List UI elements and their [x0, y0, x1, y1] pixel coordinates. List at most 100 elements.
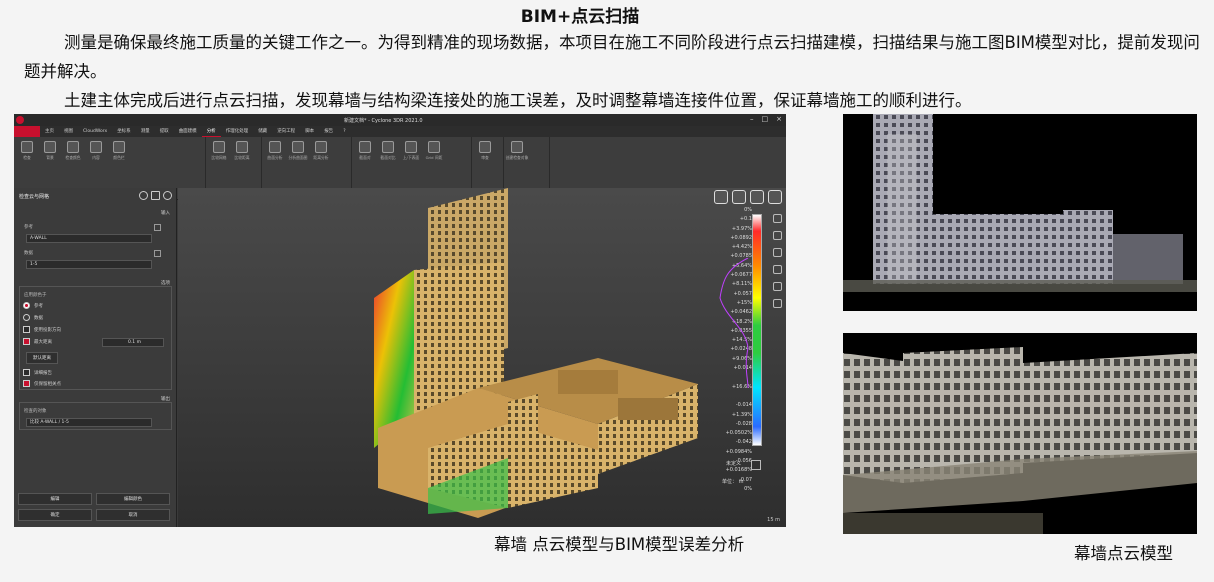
section-icon [359, 141, 371, 153]
tag-icon[interactable] [768, 190, 782, 204]
section-compare-icon [382, 141, 394, 153]
pick-reference-icon[interactable] [154, 224, 161, 231]
ribbon-btn-background[interactable]: 背景 [40, 141, 60, 161]
ruler-icon[interactable] [714, 190, 728, 204]
label-reference: 参考 [24, 225, 33, 230]
ribbon-btn-distance-analysis[interactable]: 距离分析 [311, 141, 331, 161]
title-bar: 新建文档* - Cyclone 3DR 2021.0 – □ × [14, 114, 786, 126]
cancel-button[interactable]: 取消 [96, 509, 170, 521]
label-output-object: 检查的对象 [24, 409, 47, 414]
reset-icon[interactable] [139, 191, 148, 200]
window-title: 新建文档* - Cyclone 3DR 2021.0 [344, 118, 423, 124]
label-data: 数据 [24, 251, 33, 256]
label-opt-reference: 参考 [34, 304, 43, 309]
menu-extract[interactable]: 提取 [155, 126, 174, 137]
data-field[interactable]: 1-5 [26, 260, 152, 269]
menu-file[interactable] [14, 126, 40, 137]
select-arrow-icon[interactable] [773, 214, 782, 223]
menu-process[interactable]: 作理化处理 [221, 126, 254, 137]
menu-home[interactable]: 主页 [40, 126, 59, 137]
inspect-icon [21, 141, 33, 153]
review-icon [479, 141, 491, 153]
window-controls: – □ × [750, 115, 782, 123]
measure-angle-icon[interactable] [750, 190, 764, 204]
ribbon-btn-create-check[interactable]: 创建检查对象 [506, 141, 528, 161]
viewport-side-tools [773, 214, 782, 308]
undefined-label: 未定义 [726, 461, 742, 467]
ribbon-btn-surface-analysis[interactable]: 曲面分析 [265, 141, 285, 161]
default-distance-button[interactable]: 默认距离 [26, 352, 58, 364]
menu-coordinate[interactable]: 坐标系 [112, 126, 136, 137]
label-opt-projection: 使用投影方向 [34, 328, 61, 333]
edit-color-button[interactable]: 编辑颜色 [96, 493, 170, 505]
cyclone-3dr-window: 新建文档* - Cyclone 3DR 2021.0 – □ × 主页 视图 C… [14, 114, 786, 527]
close-icon[interactable]: × [776, 115, 782, 123]
ok-button[interactable]: 确定 [18, 509, 92, 521]
ribbon-btn-content[interactable]: 内容 [86, 141, 106, 161]
slide-title: BIM+点云扫描 [520, 7, 640, 27]
ribbon-btn-review[interactable]: 审查 [475, 141, 495, 161]
menu-cloudworx[interactable]: CloudWorx [78, 126, 112, 137]
background-icon [44, 141, 56, 153]
checkbox-projection[interactable] [23, 326, 30, 333]
top-bottom-icon [405, 141, 417, 153]
menu-help[interactable]: ? [338, 126, 350, 137]
menu-report[interactable]: 报告 [319, 126, 338, 137]
compare-icon [213, 141, 225, 153]
fit-view-icon[interactable] [773, 248, 782, 257]
panel-header: 检查云与网格 [14, 188, 176, 204]
reference-field[interactable]: A-WALL [26, 234, 152, 243]
minimize-icon[interactable]: – [750, 115, 754, 123]
distance-icon [236, 141, 248, 153]
menu-storage[interactable]: 储藏 [253, 126, 272, 137]
camera-icon[interactable] [773, 265, 782, 274]
panel-title: 检查云与网格 [19, 193, 50, 200]
checkbox-max-distance[interactable] [23, 338, 30, 345]
navigate-icon[interactable] [773, 282, 782, 291]
ribbon-btn-grid-spacing[interactable]: Grid 间距 [424, 141, 444, 161]
histogram-curve [719, 258, 749, 388]
viewport-toolbar [714, 190, 782, 204]
ribbon-btn-section-compare[interactable]: 截面对比 [378, 141, 398, 161]
export-icon[interactable] [151, 191, 160, 200]
ribbon-btn-check-color[interactable]: 检查颜色 [63, 141, 83, 161]
menu-surface[interactable]: 曲面建模 [174, 126, 202, 137]
ribbon-btn-compare-dist[interactable]: 比较距离 [232, 141, 252, 161]
caption-point-cloud-model: 幕墙点云模型 [1074, 544, 1173, 563]
edit-button[interactable]: 编辑 [18, 493, 92, 505]
label-opt-keep: 仅保留相关点 [34, 382, 61, 387]
checkbox-keep-related[interactable] [23, 380, 30, 387]
menu-script[interactable]: 脚本 [300, 126, 319, 137]
ribbon-btn-surface-map[interactable]: 分析曲面图 [288, 141, 308, 161]
maximize-icon[interactable]: □ [762, 115, 769, 123]
output-object-field[interactable]: 比较 A-WALL / 1-5 [26, 418, 152, 427]
menu-bar: 主页 视图 CloudWorx 坐标系 测量 提取 曲面建模 分析 作理化处理 … [14, 126, 786, 137]
radio-reference[interactable] [23, 302, 30, 309]
scale-label: 15 m [767, 517, 780, 523]
inspection-panel: 检查云与网格 输入 参考 A-WALL 数据 1-5 选项 应用颜色于 参考 数… [14, 188, 177, 527]
target-icon[interactable] [773, 231, 782, 240]
label-opt-max-distance: 最大距离 [34, 340, 52, 345]
undefined-color-swatch[interactable] [751, 460, 761, 470]
help-icon[interactable] [163, 191, 172, 200]
checkbox-detail-report[interactable] [23, 369, 30, 376]
menu-reverse[interactable]: 逆向工程 [272, 126, 300, 137]
ribbon-btn-compare-mesh[interactable]: 比较网格 [209, 141, 229, 161]
menu-measure[interactable]: 测量 [136, 126, 155, 137]
ribbon-btn-top-bottom[interactable]: 上/下表面 [401, 141, 421, 161]
menu-view[interactable]: 视图 [59, 126, 78, 137]
menu-analysis[interactable]: 分析 [201, 126, 221, 137]
ribbon-btn-inspect[interactable]: 检查 [17, 141, 37, 161]
max-distance-field[interactable]: 0.1 m [102, 338, 164, 347]
ribbon-btn-colorbar[interactable]: 颜色栏 [109, 141, 129, 161]
measure-icon[interactable] [732, 190, 746, 204]
3d-viewport[interactable]: 0% +0.1 +3.97% +0.0892 +4.42% +0.0785 +5.64… [178, 188, 786, 527]
paragraph-survey: 测量是确保最终施工质量的关键工作之一。为得到精准的现场数据，本项目在施工不同阶段… [24, 33, 1200, 81]
radio-data[interactable] [23, 314, 30, 321]
color-icon [67, 141, 79, 153]
content-icon [90, 141, 102, 153]
ribbon-btn-section-pair[interactable]: 截面对 [355, 141, 375, 161]
render-mode-icon[interactable] [773, 299, 782, 308]
distance-analysis-icon [315, 141, 327, 153]
pick-data-icon[interactable] [154, 250, 161, 257]
